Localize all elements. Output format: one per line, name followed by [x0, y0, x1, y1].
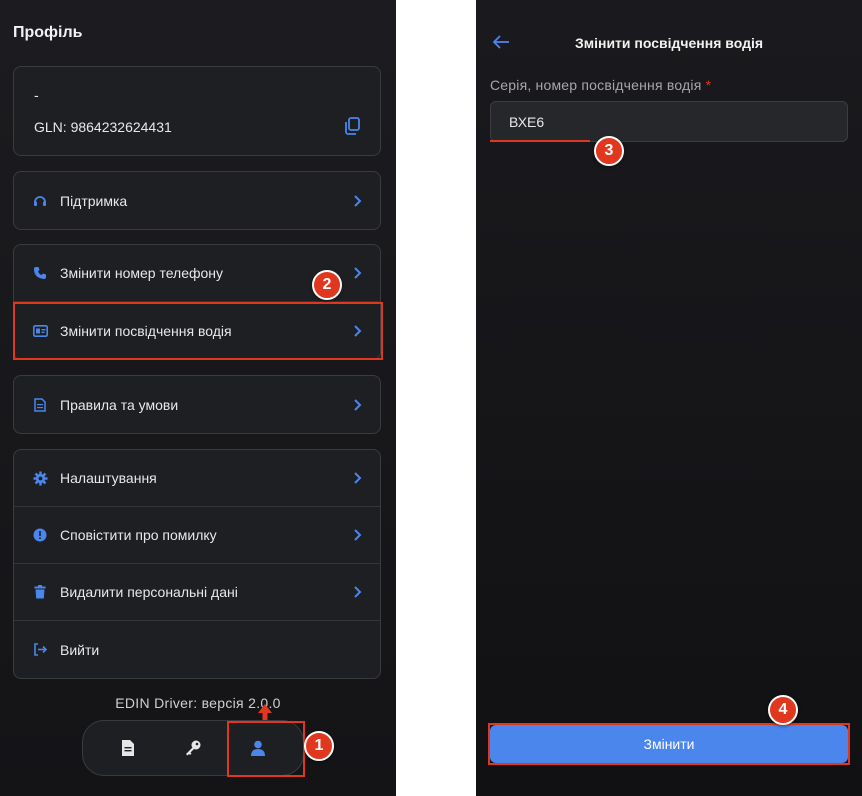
- gln-text: GLN: 9864232624431: [34, 119, 172, 135]
- account-card: - GLN: 9864232624431: [13, 66, 381, 156]
- required-mark: *: [705, 77, 712, 93]
- settings-item[interactable]: Налаштування: [14, 450, 380, 507]
- license-field-label: Серія, номер посвідчення водія *: [490, 77, 711, 93]
- chevron-right-icon: [354, 529, 362, 541]
- step-badge-3: 3: [594, 136, 624, 166]
- alert-circle-icon: [32, 527, 48, 543]
- change-license-screen: Змінити посвідчення водія Серія, номер п…: [476, 0, 862, 796]
- settings-label: Налаштування: [60, 470, 157, 486]
- screen-title: Змінити посвідчення водія: [574, 35, 764, 51]
- step-badge-2: 2: [312, 270, 342, 300]
- terms-label: Правила та умови: [60, 396, 179, 413]
- support-card: Підтримка: [13, 171, 381, 230]
- support-item[interactable]: Підтримка: [14, 172, 380, 229]
- arrow-up-icon: [258, 704, 272, 720]
- report-bug-item[interactable]: Сповістити про помилку: [14, 507, 380, 564]
- chevron-right-icon: [354, 324, 362, 337]
- license-field-label-text: Серія, номер посвідчення водія: [490, 77, 702, 93]
- profile-screen: Профіль - GLN: 9864232624431 Підтримка З…: [0, 0, 396, 796]
- license-number-input[interactable]: [490, 101, 848, 142]
- account-settings-card: Змінити номер телефону Змінити посвідчен…: [13, 244, 381, 360]
- terms-item[interactable]: Правила та умови: [14, 376, 380, 433]
- copy-icon[interactable]: [344, 117, 360, 135]
- trash-icon: [32, 584, 48, 600]
- account-name: -: [34, 87, 39, 103]
- terms-card: Правила та умови: [13, 375, 381, 434]
- app-settings-card: Налаштування Сповістити про помилку Вида…: [13, 449, 381, 679]
- delete-data-item[interactable]: Видалити персональні дані: [14, 564, 380, 621]
- gear-icon: [32, 470, 48, 486]
- support-label: Підтримка: [60, 192, 128, 209]
- tab-profile[interactable]: [238, 728, 278, 768]
- logout-item[interactable]: Вийти: [14, 621, 380, 678]
- logout-icon: [32, 642, 48, 658]
- tab-documents[interactable]: [108, 728, 148, 768]
- headset-icon: [32, 193, 48, 209]
- document-icon: [121, 740, 134, 756]
- document-icon: [32, 397, 48, 413]
- change-phone-label: Змінити номер телефону: [60, 265, 224, 281]
- key-icon: [185, 740, 201, 756]
- chevron-right-icon: [354, 267, 362, 279]
- user-icon: [251, 740, 266, 756]
- tab-keys[interactable]: [173, 728, 213, 768]
- chevron-right-icon: [354, 472, 362, 484]
- change-license-item[interactable]: Змінити посвідчення водія: [14, 302, 380, 359]
- field-focus-underline: [490, 140, 590, 142]
- change-license-label: Змінити посвідчення водія: [60, 322, 232, 339]
- submit-button[interactable]: Змінити: [490, 725, 848, 763]
- bottom-tab-bar: [82, 720, 304, 776]
- chevron-right-icon: [354, 586, 362, 598]
- page-title: Профіль: [13, 24, 83, 41]
- phone-icon: [32, 265, 48, 281]
- report-bug-label: Сповістити про помилку: [60, 527, 217, 543]
- delete-data-label: Видалити персональні дані: [60, 584, 238, 600]
- app-version: EDIN Driver: версія 2.0.0: [115, 695, 281, 711]
- step-badge-1: 1: [304, 731, 334, 761]
- id-card-icon: [32, 323, 48, 339]
- chevron-right-icon: [354, 398, 362, 411]
- chevron-right-icon: [354, 194, 362, 207]
- logout-label: Вийти: [60, 641, 100, 658]
- step-badge-4: 4: [768, 695, 798, 725]
